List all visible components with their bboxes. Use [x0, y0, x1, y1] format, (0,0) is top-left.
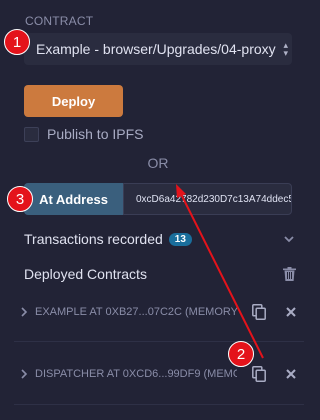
copy-icon[interactable] [252, 304, 266, 320]
address-input[interactable] [123, 183, 292, 215]
deploy-button[interactable]: Deploy [24, 85, 123, 117]
transactions-recorded-label: Transactions recorded [24, 231, 163, 247]
publish-ipfs-row[interactable]: Publish to IPFS [24, 126, 144, 142]
instance-divider [14, 341, 304, 342]
close-icon[interactable] [286, 307, 296, 317]
deployed-instance-name: DISPATCHER AT 0XCD6...99DF9 (MEMORY) [35, 368, 237, 380]
chevron-down-icon[interactable] [283, 233, 295, 245]
chevron-right-icon[interactable] [20, 369, 28, 379]
or-separator: OR [147, 155, 169, 171]
deployed-instance-row[interactable]: DISPATCHER AT 0XCD6...99DF9 (MEMORY) [0, 359, 316, 389]
annotation-marker-1: 1 [4, 29, 30, 55]
contract-select-value: Example - browser/Upgrades/04-proxy [36, 41, 276, 57]
transactions-recorded-row[interactable]: Transactions recorded 13 [24, 231, 192, 247]
trash-icon[interactable] [283, 267, 296, 281]
annotation-marker-3: 3 [7, 186, 33, 212]
publish-ipfs-label: Publish to IPFS [47, 126, 144, 142]
deployed-instance-name: EXAMPLE AT 0XB27...07C2C (MEMORY) [35, 306, 237, 318]
at-address-button[interactable]: At Address [24, 183, 123, 215]
contract-label: CONTRACT [25, 14, 94, 28]
chevron-right-icon[interactable] [20, 307, 28, 317]
deployed-contracts-label: Deployed Contracts [24, 266, 147, 282]
contract-select[interactable]: Example - browser/Upgrades/04-proxy ▴ ▾ [24, 33, 292, 65]
select-arrows-icon: ▴ ▾ [281, 40, 288, 58]
transactions-count-badge: 13 [168, 232, 192, 246]
close-icon[interactable] [286, 369, 296, 379]
instance-divider [14, 404, 304, 405]
copy-icon[interactable] [252, 366, 266, 382]
annotation-marker-2: 2 [228, 341, 254, 367]
publish-ipfs-checkbox[interactable] [24, 126, 39, 142]
deployed-instance-row[interactable]: EXAMPLE AT 0XB27...07C2C (MEMORY) [0, 297, 316, 327]
